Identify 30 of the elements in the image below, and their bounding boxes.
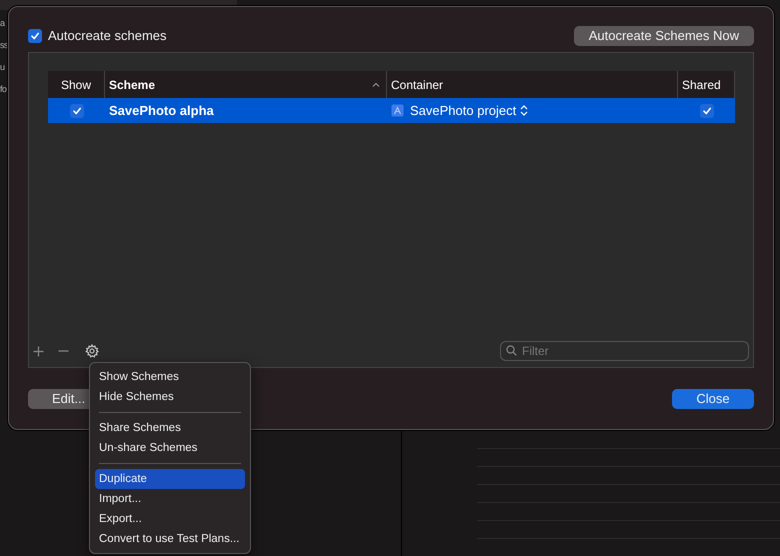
column-header[interactable]: Container bbox=[387, 71, 678, 98]
close-button[interactable]: Close bbox=[672, 389, 754, 409]
menu-item[interactable]: Duplicate bbox=[95, 469, 245, 489]
autocreate-now-button[interactable]: Autocreate Schemes Now bbox=[574, 26, 754, 46]
column-header[interactable]: Show bbox=[48, 71, 105, 98]
checkbox[interactable] bbox=[70, 104, 84, 118]
checkbox-label: Autocreate schemes bbox=[48, 27, 167, 46]
checkbox[interactable] bbox=[700, 104, 714, 118]
sidebar-text: a bbox=[0, 18, 4, 29]
stepper-icon bbox=[520, 105, 528, 116]
menu-item[interactable]: Share Schemes bbox=[95, 418, 245, 438]
menu-item[interactable]: Convert to use Test Plans... bbox=[95, 529, 245, 549]
check-icon bbox=[702, 106, 712, 116]
checkbox[interactable] bbox=[28, 29, 42, 43]
menu-item[interactable]: Export... bbox=[95, 509, 245, 529]
menu-item[interactable]: Un-share Schemes bbox=[95, 438, 245, 458]
sidebar-text: u bbox=[0, 62, 4, 73]
menu-item[interactable]: Import... bbox=[95, 489, 245, 509]
check-icon bbox=[30, 31, 40, 41]
column-header[interactable]: Shared bbox=[678, 71, 735, 98]
table-cell-text: SavePhoto alpha bbox=[109, 102, 214, 120]
sidebar-text: fo bbox=[0, 84, 6, 95]
check-icon bbox=[72, 106, 82, 116]
menu-item[interactable]: Show Schemes bbox=[95, 367, 245, 387]
column-header[interactable]: Scheme bbox=[105, 71, 387, 98]
filter-field[interactable]: Filter bbox=[500, 341, 749, 361]
project-icon bbox=[391, 104, 404, 117]
search-icon bbox=[506, 345, 517, 356]
settings-icon[interactable] bbox=[85, 344, 99, 358]
add-icon[interactable] bbox=[33, 346, 44, 356]
